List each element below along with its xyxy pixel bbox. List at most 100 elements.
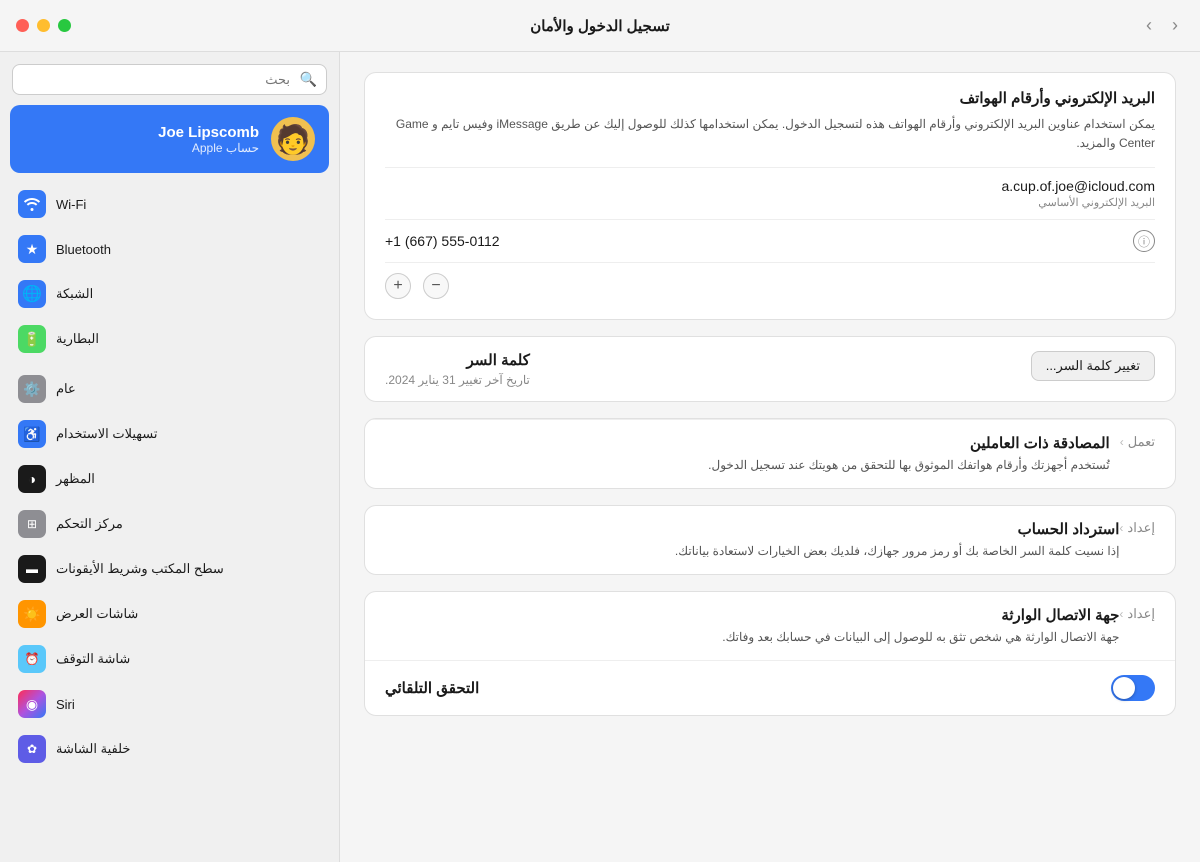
sidebar-item-general[interactable]: عام ⚙️ [6,367,333,411]
search-input[interactable] [12,64,327,95]
window-controls [16,19,71,32]
recovery-title: استرداد الحساب [385,520,1119,538]
sidebar-item-screensaver[interactable]: شاشة التوقف ⏰ [6,637,333,681]
sidebar-section-system: عام ⚙️ تسهيلات الاستخدام ♿ المظهر ◑ مركز… [0,364,339,774]
sidebar-item-wifi[interactable]: Wi-Fi [6,182,333,226]
password-card: تغيير كلمة السر... كلمة السر تاريخ آخر ت… [364,336,1176,402]
sidebar-item-label-wifi: Wi-Fi [56,197,86,212]
sidebar-item-label-controlcenter: مركز التحكم [56,516,123,532]
sidebar-item-screensavers[interactable]: شاشات العرض ☀️ [6,592,333,636]
email-section: البريد الإلكتروني وأرقام الهواتف يمكن اس… [365,73,1175,319]
legacy-section[interactable]: إعداد › جهة الاتصال الوارثة جهة الاتصال … [365,592,1175,660]
legacy-setup-button[interactable]: إعداد › [1119,606,1155,622]
legacy-card: إعداد › جهة الاتصال الوارثة جهة الاتصال … [364,591,1176,716]
chevron-icon: › [1120,435,1124,449]
twofactor-info: المصادقة ذات العاملين تُستخدم أجهزتك وأر… [385,434,1110,474]
sidebar-item-label-display: المظهر [56,471,95,487]
sidebar-item-label-bluetooth: Bluetooth [56,242,111,257]
window-title: تسجيل الدخول والأمان [530,17,670,35]
sidebar-item-label-screensaver: شاشة التوقف [56,651,130,667]
legacy-title: جهة الاتصال الوارثة [385,606,1119,624]
titlebar: تسجيل الدخول والأمان ‹ › [0,0,1200,52]
legacy-info: جهة الاتصال الوارثة جهة الاتصال الوارثة … [385,606,1119,646]
general-icon: ⚙️ [18,375,46,403]
sidebar: 🔍 Joe Lipscomb حساب Apple 🧑 Wi-Fi [0,52,340,862]
navigation-buttons: ‹ › [1140,13,1184,38]
search-icon: 🔍 [300,71,317,88]
maximize-button[interactable] [58,19,71,32]
profile-text: Joe Lipscomb حساب Apple [158,124,259,155]
email-entry: a.cup.of.joe@icloud.com البريد الإلكترون… [385,167,1155,219]
sidebar-item-desktop[interactable]: سطح المكتب وشريط الأيقونات ▬ [6,547,333,591]
autologin-toggle[interactable] [1111,675,1155,701]
close-button[interactable] [16,19,29,32]
sidebar-item-accessibility[interactable]: تسهيلات الاستخدام ♿ [6,412,333,456]
twofactor-description: تُستخدم أجهزتك وأرقام هواتفك الموثوق بها… [385,456,1110,474]
recovery-section[interactable]: إعداد › استرداد الحساب إذا نسيت كلمة الس… [365,506,1175,574]
sidebar-item-label-screensavers: شاشات العرض [56,606,138,622]
avatar: 🧑 [271,117,315,161]
sidebar-item-label-general: عام [56,381,76,397]
display-icon: ◑ [18,465,46,493]
recovery-setup-button[interactable]: إعداد › [1119,520,1155,536]
screensavers-icon: ☀️ [18,600,46,628]
forward-button[interactable]: › [1166,13,1184,38]
recovery-description: إذا نسيت كلمة السر الخاصة بك أو رمز مرور… [385,542,1119,560]
change-password-button[interactable]: تغيير كلمة السر... [1031,351,1155,381]
screensaver-icon: ⏰ [18,645,46,673]
password-subtitle: تاريخ آخر تغيير 31 يناير 2024. [385,373,530,387]
legacy-description: جهة الاتصال الوارثة هي شخص تثق به للوصول… [385,628,1119,646]
phone-row: ⓘ +1 (667) 555-0112 [385,219,1155,262]
profile-subtitle: حساب Apple [158,141,259,155]
remove-button[interactable]: − [423,273,449,299]
network-icon: 🌐 [18,280,46,308]
sidebar-item-controlcenter[interactable]: مركز التحكم ⊞ [6,502,333,546]
wifi-icon [18,190,46,218]
info-icon[interactable]: ⓘ [1133,230,1155,252]
password-info: كلمة السر تاريخ آخر تغيير 31 يناير 2024. [385,351,530,387]
toggle-knob [1113,677,1135,699]
email-label: البريد الإلكتروني الأساسي [385,196,1155,209]
accessibility-icon: ♿ [18,420,46,448]
sidebar-item-label-siri: Siri [56,697,75,712]
bluetooth-icon: ★ [18,235,46,263]
email-value: a.cup.of.joe@icloud.com [385,178,1155,194]
sidebar-item-bluetooth[interactable]: Bluetooth ★ [6,227,333,271]
content-area: البريد الإلكتروني وأرقام الهواتف يمكن اس… [340,52,1200,862]
controlcenter-icon: ⊞ [18,510,46,538]
search-box: 🔍 [12,64,327,95]
phone-value: +1 (667) 555-0112 [385,233,500,249]
recovery-card: إعداد › استرداد الحساب إذا نسيت كلمة الس… [364,505,1176,575]
desktop-icon: ▬ [18,555,46,583]
back-button[interactable]: ‹ [1140,13,1158,38]
twofactor-card: تعمل › المصادقة ذات العاملين تُستخدم أجه… [364,418,1176,489]
sidebar-item-network[interactable]: الشبكة 🌐 [6,272,333,316]
sidebar-item-label-wallpaper: خلفية الشاشة [56,741,130,757]
email-section-description: يمكن استخدام عناوين البريد الإلكتروني وأ… [385,115,1155,153]
sidebar-item-label-network: الشبكة [56,286,93,302]
password-row: تغيير كلمة السر... كلمة السر تاريخ آخر ت… [365,337,1175,401]
add-row: − + [385,262,1155,303]
autologin-title: التحقق التلقائي [385,679,479,697]
sidebar-item-label-desktop: سطح المكتب وشريط الأيقونات [56,561,224,577]
password-title: كلمة السر [385,351,530,369]
minimize-button[interactable] [37,19,50,32]
add-button[interactable]: + [385,273,411,299]
twofactor-title: المصادقة ذات العاملين [385,434,1110,452]
autologin-section: التحقق التلقائي [365,660,1175,715]
profile-card[interactable]: Joe Lipscomb حساب Apple 🧑 [10,105,329,173]
battery-icon: 🔋 [18,325,46,353]
sidebar-item-battery[interactable]: البطارية 🔋 [6,317,333,361]
sidebar-item-label-battery: البطارية [56,331,99,347]
sidebar-item-siri[interactable]: Siri ◉ [6,682,333,726]
sidebar-item-wallpaper[interactable]: خلفية الشاشة ✿ [6,727,333,771]
wallpaper-icon: ✿ [18,735,46,763]
twofactor-status: تعمل › [1120,434,1155,450]
twofactor-section[interactable]: تعمل › المصادقة ذات العاملين تُستخدم أجه… [365,419,1175,488]
main-content: 🔍 Joe Lipscomb حساب Apple 🧑 Wi-Fi [0,52,1200,862]
sidebar-item-display[interactable]: المظهر ◑ [6,457,333,501]
recovery-chevron-icon: › [1119,521,1123,535]
profile-name: Joe Lipscomb [158,124,259,141]
sidebar-section-network: Wi-Fi Bluetooth ★ الشبكة 🌐 البطارية 🔋 [0,179,339,364]
recovery-info: استرداد الحساب إذا نسيت كلمة السر الخاصة… [385,520,1119,560]
